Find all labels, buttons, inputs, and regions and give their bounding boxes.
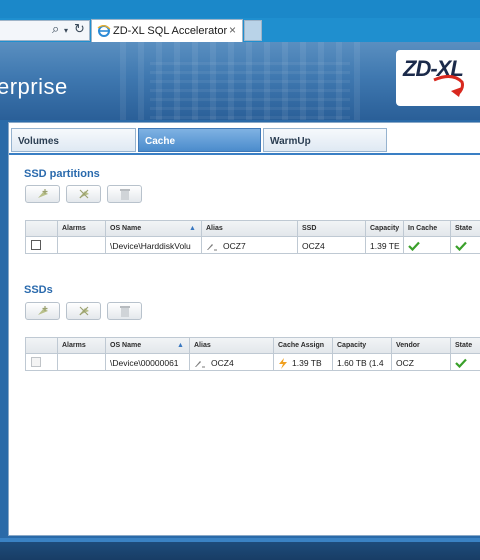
delete-partition-button[interactable]	[107, 185, 142, 203]
add-ssd-icon	[38, 306, 48, 315]
app-header: erprise ZD-XL	[0, 42, 480, 120]
ssd-cell: OCZ4	[297, 237, 365, 253]
column-header-select	[25, 338, 57, 353]
logo-swoosh-icon	[433, 75, 464, 97]
logo: ZD-XL	[396, 50, 480, 106]
delete-ssd-button[interactable]	[107, 302, 142, 320]
edit-alias-icon[interactable]	[206, 242, 218, 251]
column-header-alarms[interactable]: Alarms	[57, 338, 105, 353]
delete-icon	[120, 306, 130, 317]
refresh-icon[interactable]: ↻	[74, 22, 85, 37]
alias-cell: OCZ4	[189, 354, 273, 370]
add-partition-button[interactable]	[25, 185, 60, 203]
sort-ascending-icon[interactable]: ▲	[177, 342, 184, 349]
new-tab-button[interactable]	[244, 20, 262, 41]
cache-assign-value: 1.39 TB	[292, 358, 322, 368]
alias-value: OCZ7	[223, 241, 246, 251]
capacity-cell: 1.39 TE	[365, 237, 403, 253]
column-header-alarms[interactable]: Alarms	[57, 221, 105, 236]
table-row[interactable]: \Device\HarddiskVolu OCZ7 OCZ4 1.39 TE	[25, 237, 480, 254]
add-partition-icon	[38, 189, 48, 198]
column-header-os-name[interactable]: OS Name ▲	[105, 338, 189, 353]
capacity-cell: 1.60 TB (1.4	[332, 354, 391, 370]
product-name: erprise	[0, 74, 68, 99]
ssd-partitions-table: Alarms OS Name ▲ Alias SSD Capacity In Ca…	[25, 220, 480, 254]
column-header-capacity[interactable]: Capacity	[365, 221, 403, 236]
row-checkbox-disabled	[31, 357, 41, 367]
check-icon	[455, 358, 467, 368]
column-header-in-cache[interactable]: In Cache	[403, 221, 450, 236]
ie-icon	[97, 25, 111, 37]
column-header-capacity[interactable]: Capacity	[332, 338, 391, 353]
sort-ascending-icon[interactable]: ▲	[189, 225, 196, 232]
column-header-alias[interactable]: Alias	[189, 338, 273, 353]
add-ssd-button[interactable]	[25, 302, 60, 320]
alarms-cell	[57, 237, 105, 253]
row-select-cell	[25, 354, 57, 370]
table-header: Alarms OS Name ▲ Alias Cache Assign Capac…	[25, 338, 480, 354]
browser-title-band	[0, 0, 480, 18]
section-title-ssd-partitions: SSD partitions	[24, 168, 100, 180]
column-header-state[interactable]: State	[450, 338, 480, 353]
row-select-cell	[25, 237, 57, 253]
state-cell	[450, 354, 480, 370]
section-title-ssds: SSDs	[24, 284, 53, 296]
in-cache-cell	[403, 237, 450, 253]
edit-alias-icon[interactable]	[194, 359, 206, 368]
os-name-cell: \Device\HarddiskVolu	[105, 237, 201, 253]
remove-ssd-button[interactable]	[66, 302, 101, 320]
column-header-os-name-label: OS Name	[110, 225, 142, 232]
table-header: Alarms OS Name ▲ Alias SSD Capacity In Ca…	[25, 221, 480, 237]
alarms-cell	[57, 354, 105, 370]
browser-tab[interactable]: ZD-XL SQL Accelerator ×	[91, 19, 243, 42]
header-decoration-2	[150, 62, 350, 120]
alias-value: OCZ4	[211, 358, 234, 368]
ssds-table: Alarms OS Name ▲ Alias Cache Assign Capac…	[25, 337, 480, 371]
dropdown-icon[interactable]: ▾	[64, 26, 68, 35]
tab-volumes[interactable]: Volumes	[11, 128, 136, 152]
column-header-os-name-label: OS Name	[110, 342, 142, 349]
table-row[interactable]: \Device\00000061 OCZ4 1.39 TB 1.60 TB (1…	[25, 354, 480, 371]
remove-partition-button[interactable]	[66, 185, 101, 203]
column-header-alias[interactable]: Alias	[201, 221, 297, 236]
column-header-vendor[interactable]: Vendor	[391, 338, 450, 353]
delete-icon	[120, 189, 130, 200]
search-icon[interactable]: ⌕	[52, 22, 59, 37]
column-header-state[interactable]: State	[450, 221, 480, 236]
content-panel: Volumes Cache WarmUp SSD partitions Alar…	[8, 122, 480, 536]
lightning-icon	[279, 358, 287, 370]
remove-ssd-icon	[79, 306, 89, 316]
os-name-cell: \Device\00000061	[105, 354, 189, 370]
close-tab-icon[interactable]: ×	[229, 23, 236, 37]
column-header-cache-assign[interactable]: Cache Assign	[273, 338, 332, 353]
address-bar[interactable]: ⌕ ▾ ↻	[0, 20, 90, 41]
cache-assign-cell: 1.39 TB	[273, 354, 332, 370]
column-header-os-name[interactable]: OS Name ▲	[105, 221, 201, 236]
remove-partition-icon	[79, 189, 89, 199]
alias-cell: OCZ7	[201, 237, 297, 253]
tab-warmup[interactable]: WarmUp	[263, 128, 387, 152]
tab-bar: Volumes Cache WarmUp	[9, 123, 480, 155]
check-icon	[408, 241, 420, 251]
column-header-select	[25, 221, 57, 236]
row-checkbox[interactable]	[31, 240, 41, 250]
browser-tab-title: ZD-XL SQL Accelerator	[113, 25, 228, 37]
state-cell	[450, 237, 480, 253]
vendor-cell: OCZ	[391, 354, 450, 370]
tab-cache[interactable]: Cache	[138, 128, 261, 152]
check-icon	[455, 241, 467, 251]
browser-chrome: ⌕ ▾ ↻ ZD-XL SQL Accelerator ×	[0, 0, 480, 42]
footer-edge	[0, 538, 480, 542]
column-header-ssd[interactable]: SSD	[297, 221, 365, 236]
footer-bar	[0, 538, 480, 560]
